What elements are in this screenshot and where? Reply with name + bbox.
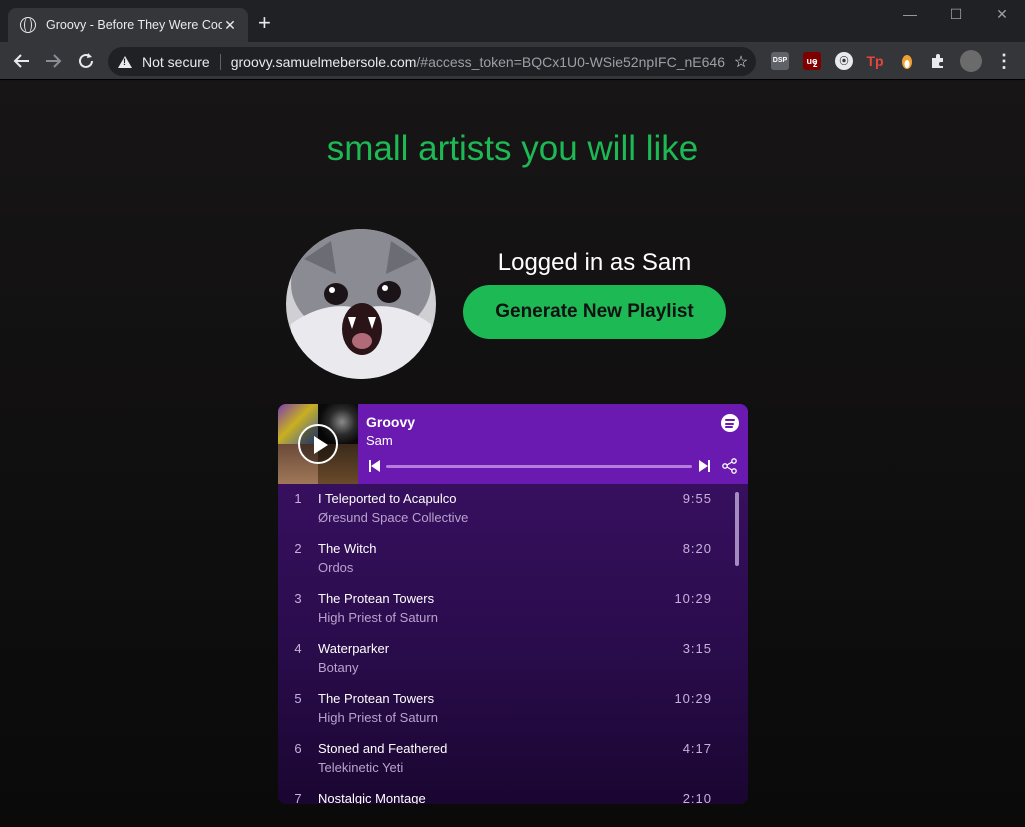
track-number: 5: [294, 691, 302, 706]
tracklist-scrollbar[interactable]: [735, 492, 739, 566]
track-duration: 8:20: [682, 541, 712, 556]
reload-icon[interactable]: [75, 50, 97, 72]
tab-title: Groovy - Before They Were Cool: [46, 18, 222, 32]
track-row[interactable]: 3 The Protean Towers High Priest of Satu…: [278, 584, 728, 634]
playlist-owner[interactable]: Sam: [366, 433, 393, 448]
previous-track-icon[interactable]: [369, 460, 381, 472]
track-duration: 3:15: [682, 641, 712, 656]
browser-menu-icon[interactable]: ⋮: [995, 52, 1013, 70]
track-row[interactable]: 6 Stoned and Feathered Telekinetic Yeti …: [278, 734, 728, 784]
url-host: groovy.samuelmebersole.com: [230, 53, 417, 70]
track-row[interactable]: 7 Nostalgic Montage 2:10: [278, 784, 728, 804]
track-artist[interactable]: Telekinetic Yeti: [318, 760, 403, 775]
track-number: 2: [294, 541, 302, 556]
track-duration: 2:10: [682, 791, 712, 804]
warning-icon: [118, 55, 132, 68]
url-text[interactable]: groovy.samuelmebersole.com/#access_token…: [231, 54, 726, 70]
compass-extension-icon[interactable]: ⦿: [835, 52, 853, 70]
page-title: small artists you will like: [326, 129, 699, 168]
logged-in-text: Logged in as Sam: [497, 249, 692, 276]
tab-close-icon[interactable]: ✕: [222, 17, 238, 34]
track-duration: 4:17: [682, 741, 712, 756]
puzzle-extensions-icon[interactable]: [929, 52, 947, 70]
forward-arrow-icon[interactable]: [42, 50, 64, 72]
track-name: Waterparker: [318, 641, 390, 656]
play-button-icon[interactable]: [298, 424, 338, 464]
track-name: I Teleported to Acapulco: [318, 491, 457, 506]
track-duration: 10:29: [674, 691, 712, 706]
user-avatar: [286, 229, 436, 379]
track-number: 6: [294, 741, 302, 756]
generate-playlist-button[interactable]: Generate New Playlist: [463, 285, 726, 339]
track-list: 1 I Teleported to Acapulco Øresund Space…: [278, 484, 748, 804]
track-row[interactable]: 1 I Teleported to Acapulco Øresund Space…: [278, 484, 728, 534]
url-path: /#access_token=BQCx1U0-WSie52npIFC_nE646…: [416, 53, 726, 70]
close-window-button[interactable]: ✕: [979, 6, 1025, 23]
progress-bar[interactable]: [386, 465, 692, 468]
divider: [219, 53, 221, 70]
fire-extension-icon[interactable]: [898, 52, 916, 70]
track-name: The Protean Towers: [318, 591, 435, 606]
track-name: Nostalgic Montage: [318, 791, 426, 804]
playlist-title[interactable]: Groovy: [366, 414, 415, 430]
track-artist[interactable]: Øresund Space Collective: [318, 510, 468, 525]
track-number: 7: [294, 791, 302, 804]
track-row[interactable]: 2 The Witch Ordos 8:20: [278, 534, 728, 584]
track-name: The Witch: [318, 541, 377, 556]
back-arrow-icon[interactable]: [11, 50, 33, 72]
bookmark-star-icon[interactable]: ☆: [726, 52, 756, 72]
page-content: small artists you will like Logged in as…: [0, 81, 1025, 827]
spotify-playlist-embed: Groovy Sam 1 I Teleported to Acapulco Ør…: [278, 404, 748, 804]
playlist-header: Groovy Sam: [278, 404, 748, 484]
track-name: The Protean Towers: [318, 691, 435, 706]
track-duration: 9:55: [682, 491, 712, 506]
playlist-cover-art: [278, 404, 358, 484]
browser-tab[interactable]: Groovy - Before They Were Cool ✕: [8, 8, 248, 42]
security-label[interactable]: Not secure: [142, 54, 210, 70]
address-bar[interactable]: Not secure groovy.samuelmebersole.com/#a…: [108, 47, 756, 76]
track-name: Stoned and Feathered: [318, 741, 448, 756]
next-track-icon[interactable]: [698, 460, 710, 472]
track-number: 4: [294, 641, 302, 656]
dsp-extension-icon[interactable]: DSP: [771, 52, 789, 70]
tp-extension-icon[interactable]: Tp: [866, 52, 884, 70]
share-icon[interactable]: [721, 457, 739, 475]
track-artist[interactable]: Botany: [318, 660, 358, 675]
ublock-badge: 2: [813, 60, 818, 69]
track-row[interactable]: 5 The Protean Towers High Priest of Satu…: [278, 684, 728, 734]
track-number: 3: [294, 591, 302, 606]
globe-icon: [20, 16, 36, 33]
spotify-logo-icon[interactable]: [721, 414, 739, 432]
maximize-button[interactable]: ☐: [933, 6, 979, 23]
track-duration: 10:29: [674, 591, 712, 606]
browser-titlebar: Groovy - Before They Were Cool ✕ + — ☐ ✕: [0, 0, 1025, 42]
track-artist[interactable]: Ordos: [318, 560, 353, 575]
track-row[interactable]: 4 Waterparker Botany 3:15: [278, 634, 728, 684]
ublock-extension-icon[interactable]: uo 2: [803, 52, 821, 70]
track-number: 1: [294, 491, 302, 506]
minimize-button[interactable]: —: [887, 6, 933, 22]
browser-toolbar: Not secure groovy.samuelmebersole.com/#a…: [0, 42, 1025, 80]
track-artist[interactable]: High Priest of Saturn: [318, 610, 438, 625]
track-artist[interactable]: High Priest of Saturn: [318, 710, 438, 725]
profile-avatar[interactable]: [960, 50, 982, 72]
new-tab-button[interactable]: +: [258, 12, 271, 34]
